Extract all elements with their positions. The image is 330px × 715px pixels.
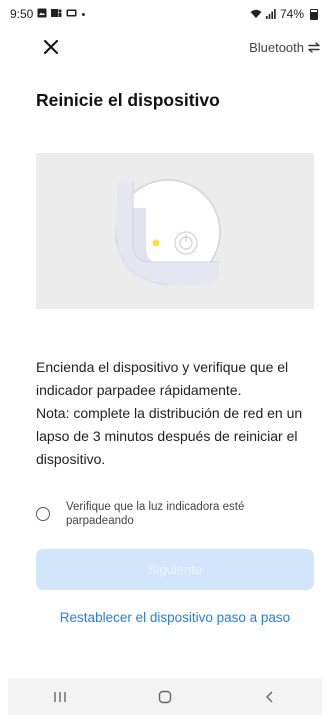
swap-arrows-icon — [308, 41, 320, 53]
close-icon — [44, 40, 58, 54]
next-button[interactable]: Siguiente — [36, 549, 314, 590]
status-right: 74% — [250, 7, 318, 21]
confirm-label: Verifique que la luz indicadora esté par… — [66, 501, 245, 527]
back-icon — [265, 691, 273, 702]
instructions: Encienda el dispositivo y verifique que … — [36, 356, 314, 471]
status-time: 9:50 — [10, 7, 34, 21]
battery-percent: 74% — [279, 7, 304, 21]
confirm-radio[interactable] — [36, 507, 50, 521]
page-title: Reinicie el dispositivo — [36, 90, 220, 110]
battery-icon — [310, 8, 318, 20]
dot-icon: • — [81, 8, 87, 21]
signal-icon — [265, 9, 276, 19]
confirm-row[interactable]: Verifique que la luz indicadora esté par… — [36, 500, 306, 528]
connection-label: Bluetooth — [249, 39, 304, 55]
teams-icon — [51, 8, 63, 17]
connection-mode-switch[interactable]: Bluetooth — [249, 40, 320, 55]
app-icon — [66, 9, 77, 16]
recent-apps-icon — [54, 691, 67, 702]
status-bar: 9:50 • 74% — [0, 0, 330, 28]
instruction-note: Nota: complete la distribución de red en… — [36, 405, 303, 467]
notification-icons: • — [37, 8, 86, 21]
recent-apps-button[interactable] — [40, 682, 80, 712]
device-illustration — [36, 153, 314, 309]
home-button[interactable] — [145, 682, 185, 712]
device-power-indicator-icon — [115, 179, 221, 286]
close-button[interactable] — [40, 36, 62, 58]
instruction-text: Encienda el dispositivo y verifique que … — [36, 359, 289, 398]
navigation-bar — [8, 678, 322, 715]
wifi-icon — [250, 9, 262, 18]
top-bar: Bluetooth — [0, 32, 330, 62]
back-button[interactable] — [250, 682, 290, 712]
status-left: 9:50 • — [10, 7, 86, 21]
reset-device-link[interactable]: Restablecer el dispositivo paso a paso — [0, 610, 330, 625]
gallery-icon — [37, 8, 47, 17]
home-icon — [158, 690, 172, 703]
